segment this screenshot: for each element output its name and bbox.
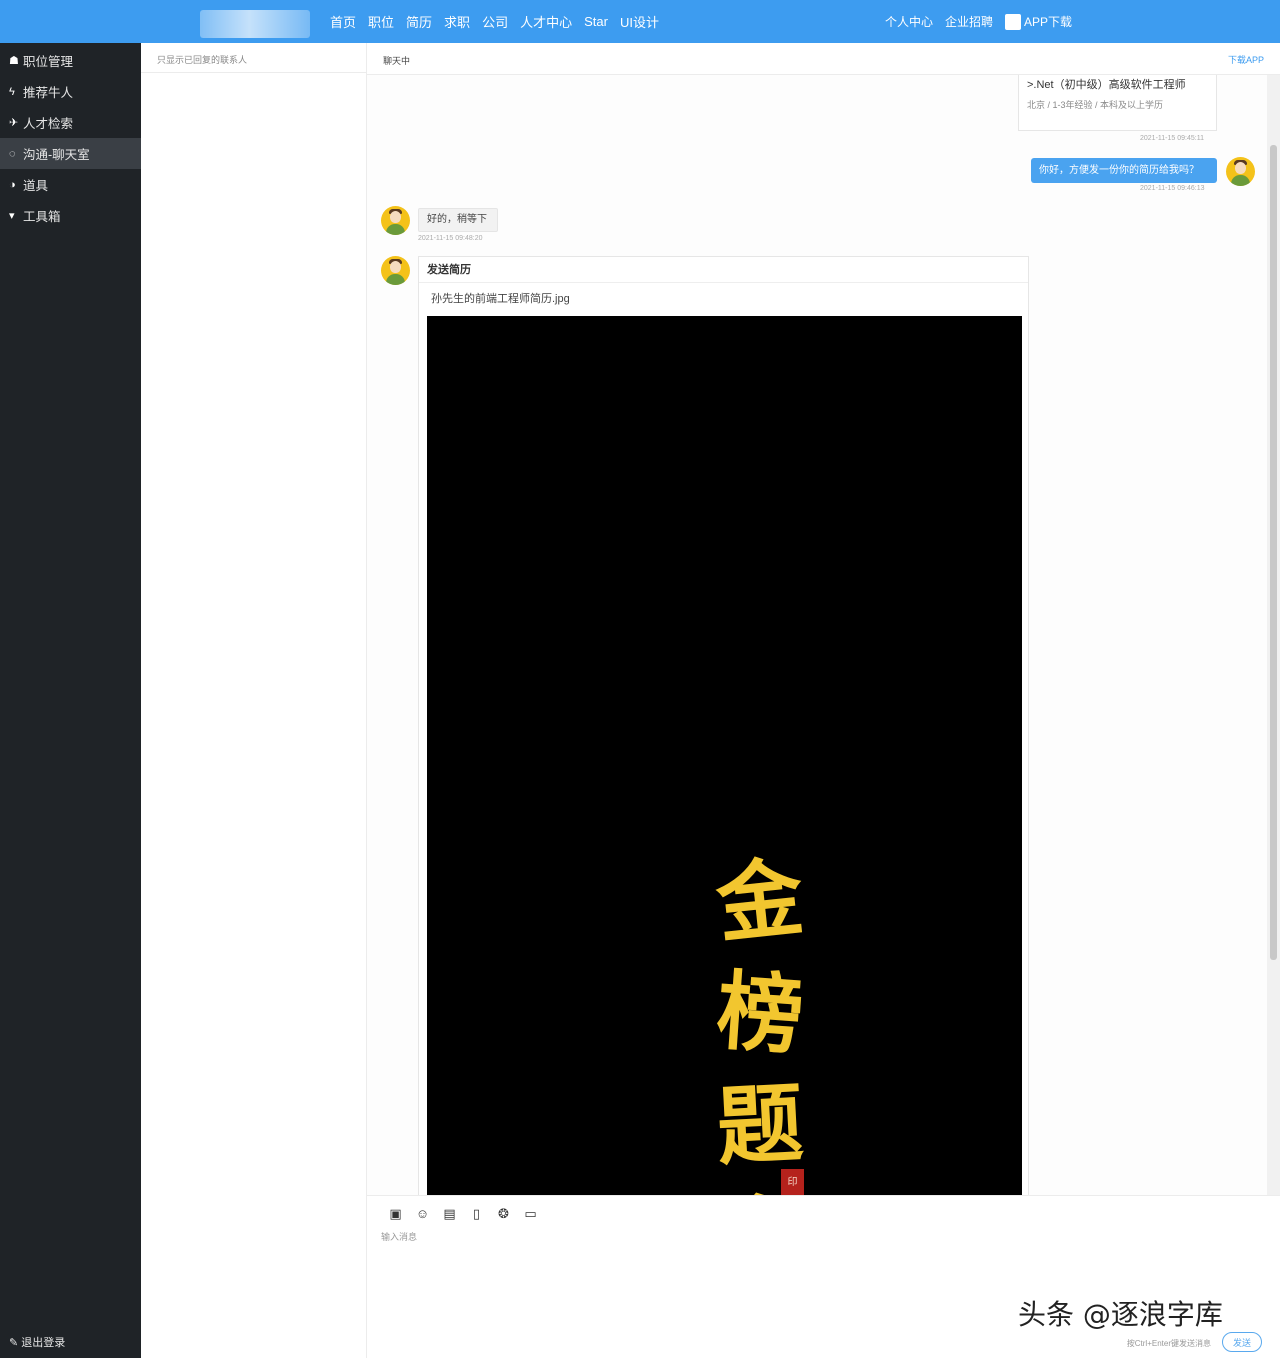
site-logo[interactable]: [200, 10, 310, 38]
pie-icon: ◑: [9, 178, 16, 191]
chat-title: 聊天中: [383, 56, 411, 66]
calligraphy-text: 金 榜 题 名: [712, 846, 808, 1195]
sidebar-item-chatroom[interactable]: ◌ 沟通-聊天室: [0, 138, 141, 169]
send-button[interactable]: 发送: [1222, 1332, 1262, 1352]
image-icon[interactable]: ▭: [522, 1205, 539, 1222]
job-card-meta: 北京 / 1-3年经验 / 本科及以上学历: [1027, 100, 1164, 110]
resume-message-card: 发送简历 孙先生的前端工程师简历.jpg 金 榜 题 名 印: [418, 256, 1029, 1196]
app-download-label: APP下载: [1023, 15, 1072, 29]
message-timestamp: 2021-11-15 09:45:11: [1140, 135, 1204, 142]
message-icon[interactable]: ▣: [387, 1205, 404, 1222]
message-timestamp: 2021-11-15 09:46:13: [1140, 185, 1205, 192]
main-nav: 首页 职位 简历 求职 公司 人才中心 Star UI设计: [330, 0, 659, 43]
contacts-panel: 只显示已回复的联系人: [141, 43, 367, 1358]
scrollbar-thumb[interactable]: [1270, 145, 1277, 960]
resume-file-name[interactable]: 孙先生的前端工程师简历.jpg: [419, 283, 1028, 315]
nav-jobs[interactable]: 职位: [368, 12, 394, 31]
chat-icon: ◌: [9, 147, 16, 160]
logout-link[interactable]: ✎ 退出登录: [9, 1334, 65, 1350]
red-seal-stamp: 印: [781, 1169, 804, 1195]
candidate-avatar[interactable]: [381, 206, 410, 235]
job-card-title: >.Net（初中级）高级软件工程师: [1027, 79, 1186, 91]
calligraphy-char: 题: [714, 1072, 806, 1179]
job-card[interactable]: >.Net（初中级）高级软件工程师 北京 / 1-3年经验 / 本科及以上学历: [1018, 75, 1217, 131]
photo-icon[interactable]: ▤: [441, 1205, 458, 1222]
sidebar-item-label: 推荐牛人: [23, 86, 74, 100]
chat-scrollbar[interactable]: [1267, 75, 1280, 1195]
lightning-icon: ϟ: [9, 85, 15, 98]
top-navigation-bar: 首页 职位 简历 求职 公司 人才中心 Star UI设计 个人中心 企业招聘 …: [0, 0, 1280, 43]
cart-icon: ▾: [9, 210, 15, 222]
app-icon: ⌂: [1004, 13, 1021, 30]
candidate-avatar[interactable]: [381, 256, 410, 285]
outgoing-message-bubble: 你好，方便发一份你的简历给我吗？: [1031, 158, 1217, 183]
sidebar-item-label: 职位管理: [23, 55, 74, 69]
personal-center-link[interactable]: 个人中心: [885, 13, 933, 30]
send-icon: ✈: [9, 117, 19, 129]
nav-job-seeking[interactable]: 求职: [444, 12, 470, 31]
incoming-message-bubble: 好的，稍等下: [418, 208, 498, 232]
sidebar: ☗ 职位管理 ϟ 推荐牛人 ✈ 人才检索 ◌ 沟通-聊天室 ◑ 道具 ▾ 工具箱…: [0, 43, 141, 1358]
top-right-links: 个人中心 企业招聘 ⌂ APP下载: [885, 0, 1072, 43]
calligraphy-char: 金: [711, 846, 808, 957]
chat-download-app-link[interactable]: 下载APP: [1228, 53, 1264, 66]
my-avatar[interactable]: [1226, 157, 1255, 186]
sidebar-item-job-management[interactable]: ☗ 职位管理: [0, 45, 141, 76]
sidebar-item-label: 工具箱: [23, 210, 61, 224]
nav-talent-center[interactable]: 人才中心: [520, 12, 572, 31]
nav-resume[interactable]: 简历: [406, 12, 432, 31]
logout-label: 退出登录: [21, 1337, 66, 1349]
home-icon: ☗: [9, 55, 19, 67]
message-input-area: ▣ ☺ ▤ ▯ ❂ ▭ 按Ctrl+Enter键发送消息 发送: [367, 1195, 1280, 1358]
nav-home[interactable]: 首页: [330, 12, 356, 31]
nav-company[interactable]: 公司: [482, 12, 508, 31]
app-download-link[interactable]: ⌂ APP下载: [1004, 13, 1072, 30]
phone-icon[interactable]: ▯: [468, 1205, 485, 1222]
edit-icon: ✎: [9, 1336, 19, 1349]
nav-ui-design[interactable]: UI设计: [620, 12, 659, 31]
watermark-text: 头条 @逐浪字库: [1018, 1298, 1223, 1331]
resume-card-title: 发送简历: [419, 257, 1028, 283]
resume-image[interactable]: 金 榜 题 名 印: [427, 316, 1022, 1195]
nav-star[interactable]: Star: [584, 14, 608, 29]
sidebar-item-label: 道具: [23, 179, 49, 193]
sidebar-item-talent-search[interactable]: ✈ 人才检索: [0, 107, 141, 138]
sidebar-item-label: 人才检索: [23, 117, 74, 131]
wechat-icon[interactable]: ❂: [495, 1205, 512, 1222]
sidebar-item-recommend[interactable]: ϟ 推荐牛人: [0, 76, 141, 107]
send-shortcut-hint: 按Ctrl+Enter键发送消息: [1126, 1339, 1211, 1348]
calligraphy-char: 榜: [713, 960, 807, 1068]
sidebar-item-props[interactable]: ◑ 道具: [0, 169, 141, 200]
input-toolbar: ▣ ☺ ▤ ▯ ❂ ▭: [387, 1205, 539, 1222]
chat-header: 聊天中 下载APP: [367, 43, 1280, 75]
message-timestamp: 2021-11-15 09:48:20: [418, 235, 483, 242]
sidebar-item-toolbox[interactable]: ▾ 工具箱: [0, 200, 141, 231]
sidebar-item-label: 沟通-聊天室: [23, 148, 90, 162]
emoji-icon[interactable]: ☺: [414, 1205, 431, 1222]
contacts-filter-label[interactable]: 只显示已回复的联系人: [141, 43, 366, 73]
company-recruit-link[interactable]: 企业招聘: [945, 13, 993, 30]
